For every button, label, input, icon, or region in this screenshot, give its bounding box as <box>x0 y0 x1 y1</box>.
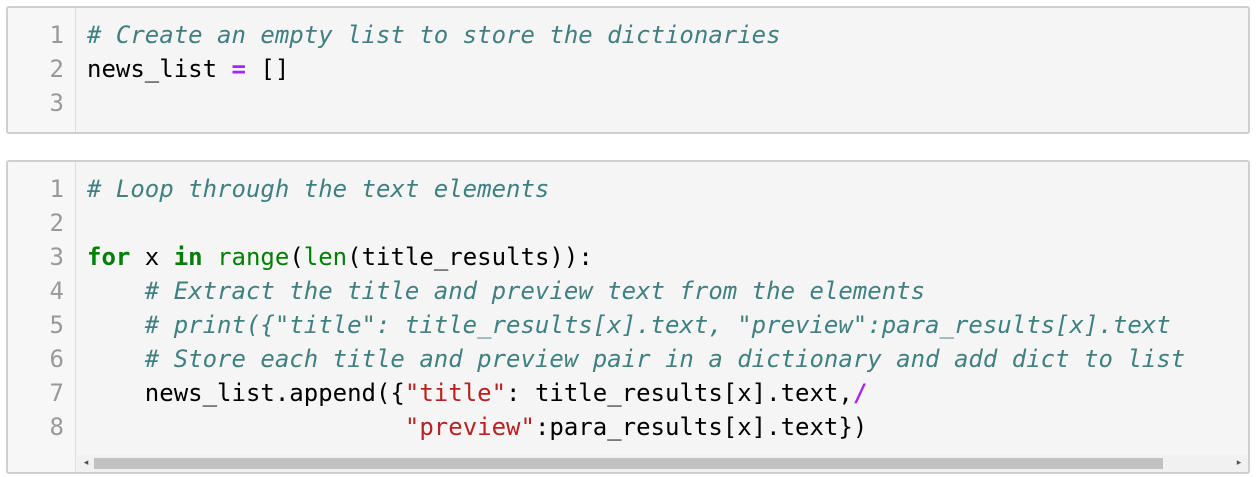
code-line[interactable]: 8 "preview":para_results[x].text}) <box>8 410 1248 444</box>
code-line[interactable]: 6 # Store each title and preview pair in… <box>8 342 1248 376</box>
line-number: 6 <box>49 345 64 373</box>
code-line[interactable]: 4 # Extract the title and preview text f… <box>8 274 1248 308</box>
code-token: news_list.append({ <box>87 379 405 407</box>
code-text[interactable]: # Store each title and preview pair in a… <box>87 342 1185 376</box>
code-token: # Loop through the text elements <box>87 175 550 203</box>
line-number: 3 <box>49 89 64 117</box>
code-text[interactable]: "preview":para_results[x].text}) <box>87 410 867 444</box>
code-text[interactable]: news_list.append({"title": title_results… <box>87 376 867 410</box>
code-line[interactable]: 2 <box>8 206 1248 240</box>
code-editor[interactable]: 1 # Loop through the text elements 2 3 for x… <box>8 172 1248 444</box>
code-token: : title_results[x].text, <box>506 379 853 407</box>
code-token: "preview" <box>404 413 535 441</box>
horizontal-scrollbar[interactable]: ◂ ▸ <box>77 455 1248 472</box>
code-token: x <box>130 243 174 271</box>
code-token: len <box>303 243 348 271</box>
code-text[interactable]: # Create an empty list to store the dict… <box>87 18 781 52</box>
code-token: # Extract the title and preview text fro… <box>144 277 926 305</box>
line-number: 2 <box>49 55 64 83</box>
code-token: = <box>231 55 246 83</box>
code-token: [] <box>245 55 290 83</box>
line-number: 7 <box>49 379 64 407</box>
code-token: (title_results)): <box>347 243 593 271</box>
line-number: 5 <box>49 311 64 339</box>
code-cell-1[interactable]: 1 # Create an empty list to store the dic… <box>6 6 1250 134</box>
line-number: 1 <box>49 175 64 203</box>
code-line[interactable]: 7 news_list.append({"title": title_resul… <box>8 376 1248 410</box>
code-token: # Create an empty list to store the dict… <box>87 21 781 49</box>
code-token: # print({"title": title_results[x].text,… <box>144 311 1171 339</box>
line-number: 3 <box>49 243 64 271</box>
code-text[interactable]: news_list = [] <box>87 52 289 86</box>
line-number: 1 <box>49 21 64 49</box>
code-line[interactable]: 1 # Loop through the text elements <box>8 172 1248 206</box>
code-token: # Store each title and preview pair in a… <box>144 345 1186 373</box>
code-token: ( <box>289 243 304 271</box>
code-token: "title" <box>404 379 507 407</box>
code-line[interactable]: 5 # print({"title": title_results[x].tex… <box>8 308 1248 342</box>
code-token: news_list <box>87 55 232 83</box>
code-token: / <box>852 379 868 407</box>
code-token: for <box>87 243 131 271</box>
scroll-right-arrow-icon[interactable]: ▸ <box>1232 455 1246 472</box>
code-text[interactable]: for x in range(len(title_results)): <box>87 240 593 274</box>
line-number: 4 <box>49 277 64 305</box>
scrollbar-thumb[interactable] <box>94 458 1163 469</box>
scroll-left-arrow-icon[interactable]: ◂ <box>79 455 93 472</box>
code-text[interactable]: # print({"title": title_results[x].text,… <box>87 308 1171 342</box>
code-token: :para_results[x].text}) <box>534 413 868 441</box>
code-line[interactable]: 1 # Create an empty list to store the dic… <box>8 18 1248 52</box>
line-number: 8 <box>49 413 64 441</box>
code-editor[interactable]: 1 # Create an empty list to store the dic… <box>8 18 1248 120</box>
code-line[interactable]: 2 news_list = [] <box>8 52 1248 86</box>
line-number: 2 <box>49 209 64 237</box>
code-text[interactable]: # Loop through the text elements <box>87 172 549 206</box>
code-token: in <box>173 243 203 271</box>
code-text[interactable]: # Extract the title and preview text fro… <box>87 274 925 308</box>
code-line[interactable]: 3 <box>8 86 1248 120</box>
code-cell-2[interactable]: 1 # Loop through the text elements 2 3 for x… <box>6 160 1250 474</box>
code-line[interactable]: 3 for x in range(len(title_results)): <box>8 240 1248 274</box>
code-token: range <box>217 243 290 271</box>
